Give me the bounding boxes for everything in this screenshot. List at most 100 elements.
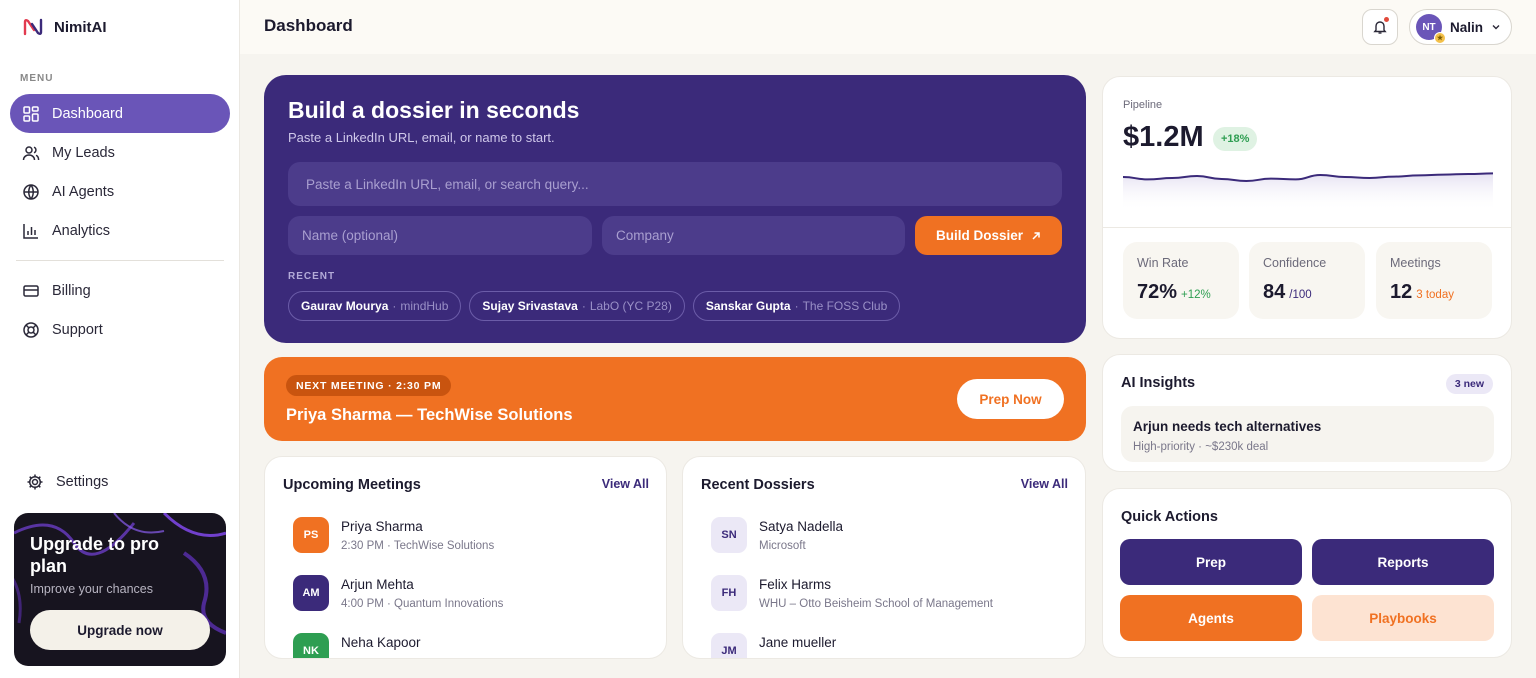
notifications-button[interactable] (1362, 9, 1398, 45)
insight-item[interactable]: Arjun needs tech alternatives High-prior… (1121, 406, 1494, 462)
sidebar-item-support[interactable]: Support (10, 310, 230, 349)
card-icon (23, 284, 39, 297)
avatar: PS (293, 517, 329, 553)
pipeline-card: Pipeline $1.2M +18% Win Rate 72% +12% Con… (1102, 76, 1512, 339)
stat-number: 12 (1390, 281, 1413, 303)
globe-icon (23, 183, 39, 200)
chip-separator: · (794, 299, 799, 313)
name-field[interactable]: Name (optional) (288, 216, 592, 255)
stat-label: Meetings (1390, 256, 1441, 270)
stat-meetings: Meetings 12 3 today (1376, 242, 1492, 319)
hero-subtitle: Paste a LinkedIn URL, email, or name to … (288, 130, 555, 145)
card-title: AI Insights (1121, 375, 1196, 391)
chip-separator: · (392, 299, 397, 313)
menu-label: MENU (20, 73, 54, 84)
company-field[interactable]: Company (602, 216, 905, 255)
list-item[interactable]: FH Felix Harms WHU – Otto Beisheim School… (711, 575, 1071, 633)
next-meeting-banner: NEXT MEETING · 2:30 PM Priya Sharma — Te… (264, 357, 1086, 441)
item-detail: Microsoft (759, 540, 806, 552)
sidebar-item-dashboard[interactable]: Dashboard (10, 94, 230, 133)
reports-button[interactable]: Reports (1312, 539, 1494, 585)
prep-button[interactable]: Prep (1120, 539, 1302, 585)
chip-name: Sanskar Gupta (705, 299, 791, 313)
chip-name: Gaurav Mourya (301, 299, 389, 313)
stat-value: 72% +12% (1137, 281, 1211, 304)
prep-now-button[interactable]: Prep Now (957, 379, 1064, 419)
new-count-badge: 3 new (1445, 374, 1493, 394)
sparkline-area (1123, 173, 1493, 211)
avatar: FH (711, 575, 747, 611)
stat-confidence: Confidence 84/100 (1249, 242, 1365, 319)
lifebuoy-icon (23, 321, 39, 338)
sidebar-item-my-leads[interactable]: My Leads (10, 133, 230, 172)
sidebar-item-label: Billing (52, 282, 91, 299)
list-item[interactable]: PS Priya Sharma 2:30 PM · TechWise Soluti… (293, 517, 653, 575)
logo[interactable]: NimitAI (22, 16, 107, 38)
dossier-list: SN Satya Nadella Microsoft FH Felix Harms… (711, 517, 1071, 658)
logo-icon (23, 18, 43, 36)
sidebar-item-billing[interactable]: Billing (10, 271, 230, 310)
recent-chip[interactable]: Sujay Srivastava · LabO (YC P28) (469, 291, 685, 321)
item-name: Priya Sharma (341, 519, 423, 534)
chart-icon (23, 223, 38, 239)
upgrade-subtitle: Improve your chances (30, 582, 153, 596)
sidebar-item-settings[interactable]: Settings (16, 466, 224, 498)
recent-chip[interactable]: Gaurav Mourya · mindHub (288, 291, 462, 321)
sidebar: NimitAI MENU Dashboard My Leads AI Agent… (0, 0, 240, 678)
card-title: Recent Dossiers (701, 477, 815, 493)
users-icon (22, 145, 40, 160)
avatar: AM (293, 575, 329, 611)
notification-dot (1384, 17, 1389, 22)
recent-chip[interactable]: Sanskar Gupta · The FOSS Club (692, 291, 901, 321)
view-all-link[interactable]: View All (1021, 477, 1068, 491)
item-name: Arjun Mehta (341, 577, 414, 592)
divider (1103, 227, 1511, 228)
card-title: Upcoming Meetings (283, 477, 421, 493)
view-all-link[interactable]: View All (602, 477, 649, 491)
stat-win-rate: Win Rate 72% +12% (1123, 242, 1239, 319)
recent-dossiers-card: Recent Dossiers View All SN Satya Nadell… (682, 456, 1086, 659)
item-detail: WHU – Otto Beisheim School of Management (759, 598, 993, 610)
pipeline-sparkline (1123, 172, 1493, 211)
meeting-list: PS Priya Sharma 2:30 PM · TechWise Soluti… (293, 517, 653, 658)
list-item[interactable]: NK Neha Kapoor (293, 633, 653, 658)
avatar: SN (711, 517, 747, 553)
avatar-initials: NT (1422, 21, 1436, 33)
list-item[interactable]: SN Satya Nadella Microsoft (711, 517, 1071, 575)
stat-value: 84/100 (1263, 281, 1312, 304)
gear-icon (27, 474, 43, 490)
search-input[interactable]: Paste a LinkedIn URL, email, or search q… (288, 162, 1062, 206)
header: Dashboard NT ★ Nalin (240, 0, 1536, 54)
sidebar-item-label: AI Agents (52, 183, 115, 200)
upcoming-meetings-card: Upcoming Meetings View All PS Priya Shar… (264, 456, 667, 659)
pipeline-label: Pipeline (1123, 99, 1163, 111)
sidebar-item-ai-agents[interactable]: AI Agents (10, 172, 230, 211)
arrow-up-right-icon (1032, 231, 1040, 240)
quick-actions-card: Quick Actions Prep Reports Agents Playbo… (1102, 488, 1512, 658)
item-name: Felix Harms (759, 577, 832, 592)
sidebar-item-analytics[interactable]: Analytics (10, 211, 230, 250)
recent-label: RECENT (288, 271, 336, 282)
recent-chips: Gaurav Mourya · mindHub Sujay Srivastava · L… (288, 291, 901, 321)
user-menu[interactable]: NT ★ Nalin (1409, 9, 1512, 45)
list-item[interactable]: JM Jane mueller (711, 633, 1071, 658)
upgrade-card: Upgrade to pro plan Improve your chances… (14, 513, 226, 666)
item-name: Satya Nadella (759, 519, 844, 534)
upgrade-now-button[interactable]: Upgrade now (30, 610, 210, 650)
stat-sub: /100 (1289, 289, 1312, 301)
item-name: Neha Kapoor (341, 635, 421, 650)
list-item[interactable]: AM Arjun Mehta 4:00 PM · Quantum Innovati… (293, 575, 653, 633)
stat-number: 84 (1263, 281, 1286, 303)
chip-org: LabO (YC P28) (589, 299, 672, 313)
playbooks-button[interactable]: Playbooks (1312, 595, 1494, 641)
next-meeting-title: Priya Sharma — TechWise Solutions (286, 406, 573, 424)
app-name: NimitAI (54, 18, 107, 36)
avatar: NK (293, 633, 329, 658)
pipeline-value: $1.2M (1123, 121, 1204, 153)
chip-org: The FOSS Club (802, 299, 888, 313)
agents-button[interactable]: Agents (1120, 595, 1302, 641)
insight-detail: High-priority · ~$230k deal (1133, 441, 1269, 453)
build-dossier-button[interactable]: Build Dossier (915, 216, 1062, 255)
sidebar-item-label: Analytics (52, 222, 111, 239)
page-title: Dashboard (264, 16, 353, 35)
